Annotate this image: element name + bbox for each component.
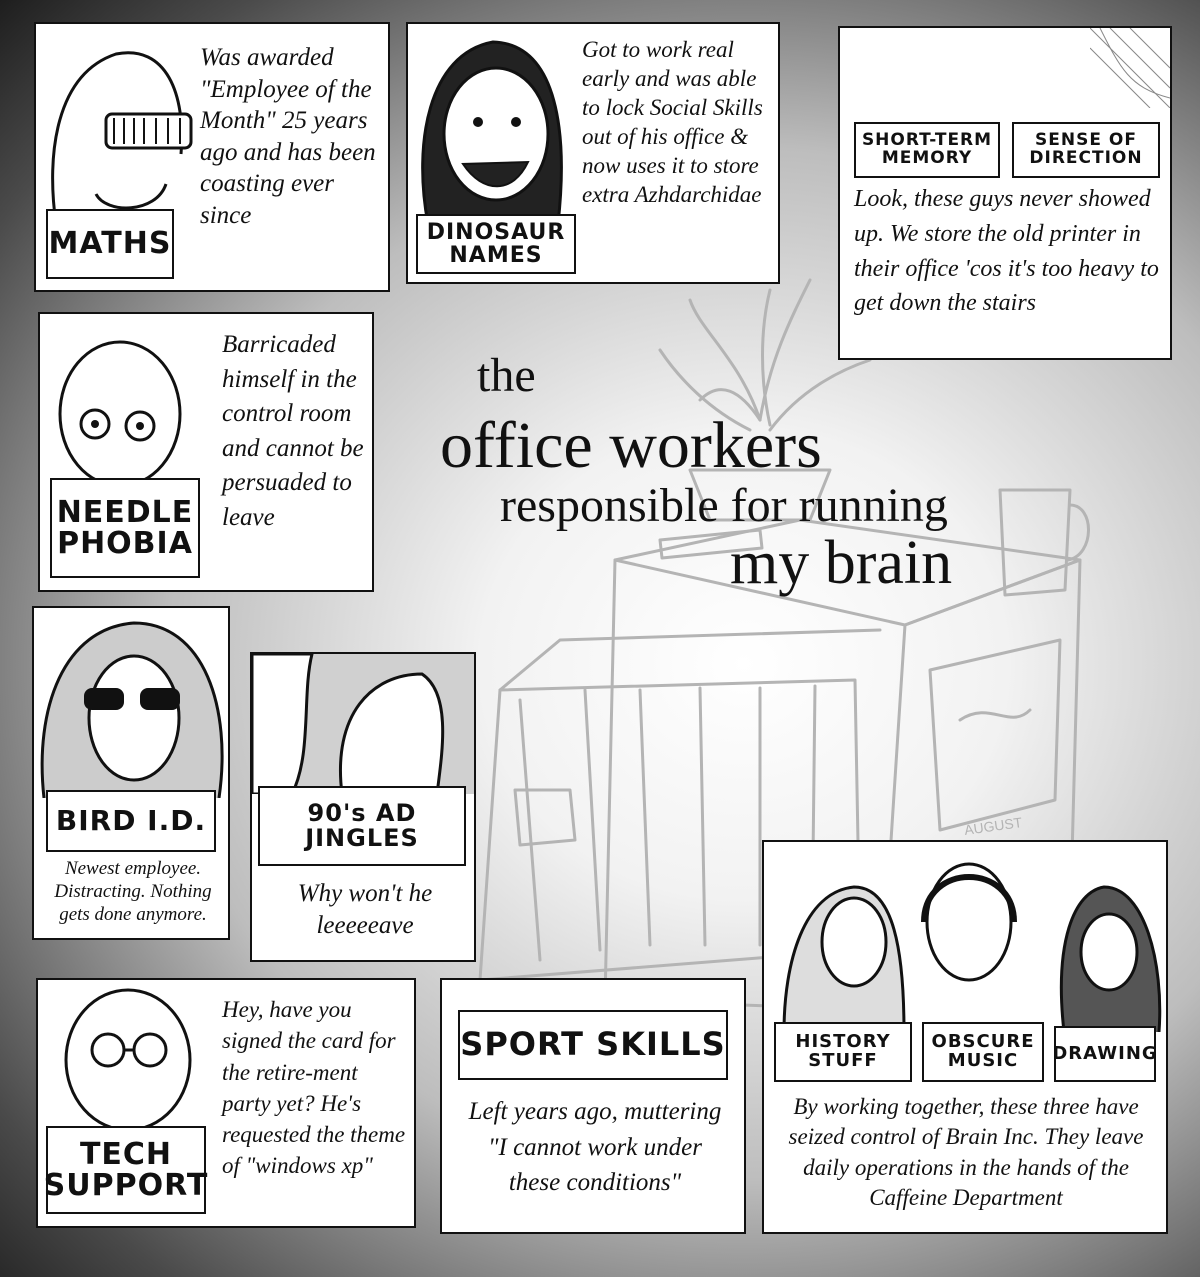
caption-maths: Was awarded "Employee of the Month" 25 y… [200, 44, 376, 229]
caption-needle-phobia: Barricaded himself in the control room a… [222, 331, 364, 531]
caption-trio: By working together, these three have se… [788, 1094, 1144, 1211]
caption-dinosaur-names: Got to work real early and was able to l… [582, 37, 763, 207]
caption-sport-skills: Left years ago, muttering "I cannot work… [468, 1098, 722, 1196]
panel-ad-jingles: 90's AD JINGLES Why won't he leeeeeave [250, 652, 476, 962]
title-line-2: office workers [440, 409, 822, 482]
panel-bird-id: BIRD I.D. Newest employee. Distracting. … [32, 606, 230, 940]
label-obscure-music: OBSCURE MUSIC [922, 1022, 1044, 1082]
panel-sport-skills: SPORT SKILLS Left years ago, muttering "… [440, 978, 746, 1234]
caption-tech-support: Hey, have you signed the card for the re… [222, 997, 406, 1179]
panel-empty-office: SHORT-TERM MEMORY SENSE OF DIRECTION Loo… [838, 26, 1172, 360]
panel-trio: HISTORY STUFF OBSCURE MUSIC DRAWING By w… [762, 840, 1168, 1234]
title-line-1: the [477, 349, 536, 402]
label-dinosaur-names: DINOSAUR NAMES [416, 214, 576, 274]
cobweb-icon [1090, 28, 1170, 108]
label-maths: MATHS [46, 209, 174, 279]
label-short-term-memory: SHORT-TERM MEMORY [854, 122, 1000, 178]
caption-ad-jingles: Why won't he leeeeeave [297, 880, 433, 939]
label-history-stuff: HISTORY STUFF [774, 1022, 912, 1082]
title-line-4: my brain [730, 529, 953, 597]
panel-needle-phobia: NEEDLE PHOBIA Barricaded himself in the … [38, 312, 374, 592]
caption-empty-office: Look, these guys never showed up. We sto… [854, 186, 1159, 317]
panel-tech-support: TECH SUPPORT Hey, have you signed the ca… [36, 978, 416, 1228]
panel-maths: MATHS Was awarded "Employee of the Month… [34, 22, 390, 292]
jingles-worker-portrait [252, 654, 474, 794]
panel-dinosaur-names: DINOSAUR NAMES Got to work real early an… [406, 22, 780, 284]
tech-support-worker-portrait [64, 988, 192, 1132]
dinosaur-worker-portrait [421, 40, 563, 224]
title-line-3: responsible for running [500, 479, 948, 532]
trio-workers-portrait [782, 862, 1162, 1032]
sketch-signature: AUGUST [963, 814, 1023, 838]
caption-bird-id: Newest employee. Distracting. Nothing ge… [54, 858, 212, 925]
label-needle-phobia: NEEDLE PHOBIA [50, 478, 200, 578]
bird-id-worker-portrait [40, 621, 224, 798]
label-tech-support: TECH SUPPORT [44, 1126, 207, 1214]
label-sense-of-direction: SENSE OF DIRECTION [1012, 122, 1160, 178]
maths-worker-portrait [51, 51, 193, 225]
label-sport-skills: SPORT SKILLS [458, 1010, 728, 1080]
label-drawing: DRAWING [1052, 1026, 1157, 1082]
label-ad-jingles: 90's AD JINGLES [258, 786, 466, 866]
label-bird-id: BIRD I.D. [46, 790, 216, 852]
